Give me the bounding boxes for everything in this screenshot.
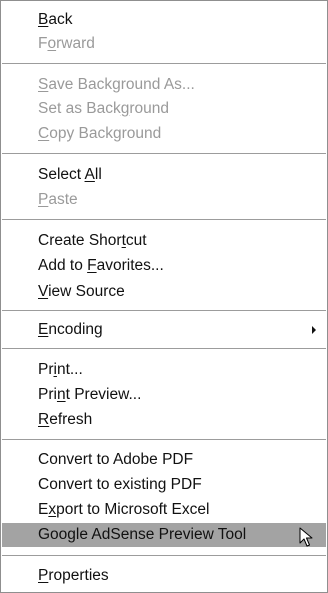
- menu-item-convert-to-existing-pdf[interactable]: Convert to existing PDF: [2, 473, 326, 497]
- menu-item-convert-to-adobe-pdf[interactable]: Convert to Adobe PDF: [2, 448, 326, 472]
- menu-item-select-all[interactable]: Select All: [2, 163, 326, 187]
- menu-item-add-to-favorites[interactable]: Add to Favorites...: [2, 254, 326, 278]
- menu-separator: [2, 348, 326, 349]
- menu-item-print-preview[interactable]: Print Preview...: [2, 383, 326, 407]
- menu-separator: [2, 555, 326, 556]
- submenu-arrow-icon: [312, 326, 316, 334]
- menu-item-paste[interactable]: Paste: [2, 188, 326, 212]
- menu-item-back[interactable]: Back: [2, 8, 326, 32]
- menu-item-view-source[interactable]: View Source: [2, 280, 326, 304]
- menu-item-google-adsense-preview-tool[interactable]: Google AdSense Preview Tool: [2, 523, 326, 547]
- menu-item-encoding[interactable]: Encoding: [2, 318, 326, 342]
- menu-separator: [2, 439, 326, 440]
- menu-item-properties[interactable]: Properties: [2, 564, 326, 588]
- menu-item-save-background-as[interactable]: Save Background As...: [2, 73, 326, 97]
- menu-item-copy-background[interactable]: Copy Background: [2, 122, 326, 146]
- menu-item-print[interactable]: Print...: [2, 358, 326, 382]
- menu-item-forward[interactable]: Forward: [2, 32, 326, 56]
- menu-separator: [2, 310, 326, 311]
- menu-item-export-to-excel[interactable]: Export to Microsoft Excel: [2, 498, 326, 522]
- menu-separator: [2, 219, 326, 220]
- menu-item-create-shortcut[interactable]: Create Shortcut: [2, 229, 326, 253]
- menu-separator: [2, 63, 326, 64]
- context-menu: Back Forward Save Background As... Set a…: [0, 0, 328, 593]
- mouse-pointer-icon: [299, 527, 313, 547]
- menu-separator: [2, 153, 326, 154]
- menu-item-set-as-background[interactable]: Set as Background: [2, 97, 326, 121]
- menu-item-refresh[interactable]: Refresh: [2, 408, 326, 432]
